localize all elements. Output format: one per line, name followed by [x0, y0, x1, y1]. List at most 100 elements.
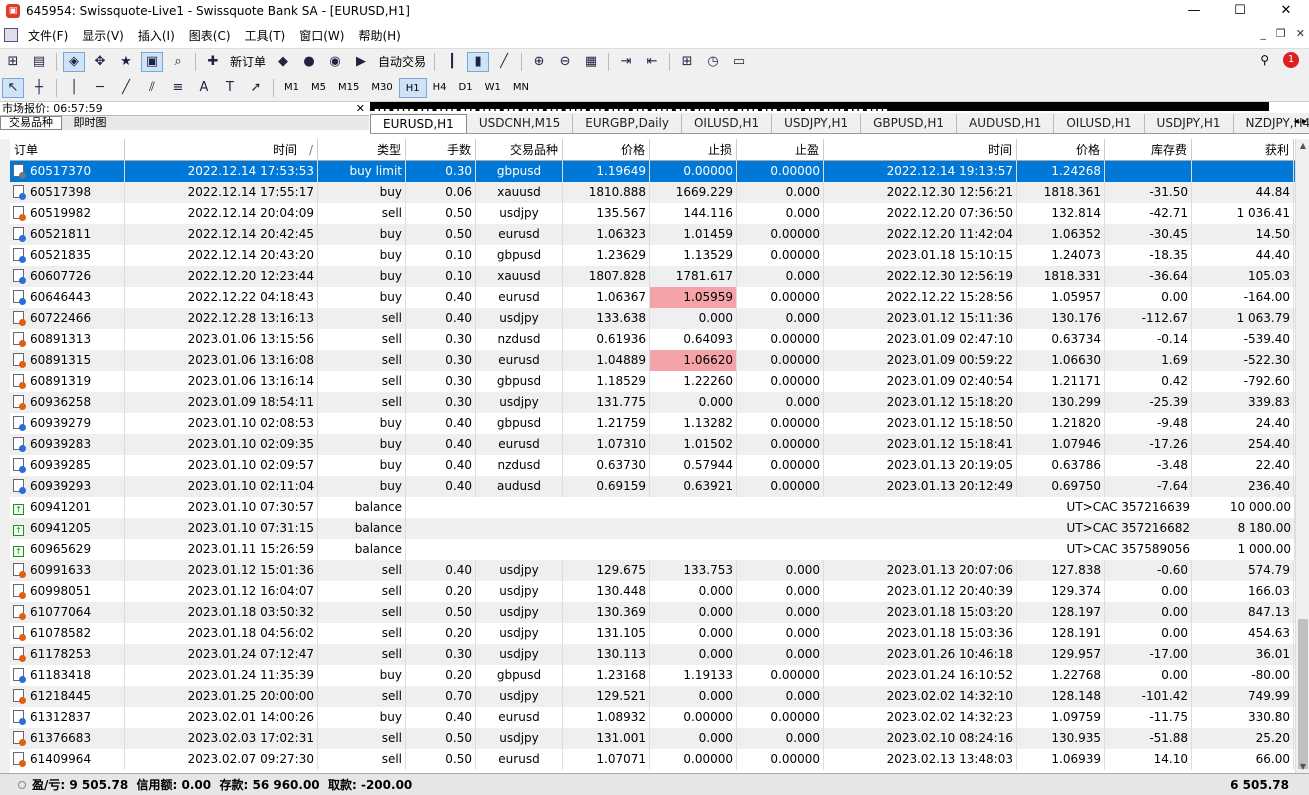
table-row[interactable]: 60998051 2023.01.12 16:04:07 sell 0.20 usdjp…: [10, 581, 1295, 602]
vertical-scrollbar[interactable]: ▲ ▼: [1295, 139, 1309, 773]
table-row[interactable]: 61409964 2023.02.07 09:27:30 sell 0.50 eurus…: [10, 749, 1295, 770]
table-row[interactable]: 60939283 2023.01.10 02:09:35 buy 0.40 eurusd…: [10, 434, 1295, 455]
auto-trading-icon[interactable]: ▶: [350, 52, 372, 72]
mdi-minimize-icon[interactable]: _: [1260, 27, 1266, 40]
chart-tab[interactable]: USDJPY,H1: [1145, 114, 1234, 133]
table-row[interactable]: 60891313 2023.01.06 13:15:56 sell 0.30 nzdus…: [10, 329, 1295, 350]
candlestick-icon[interactable]: ▮: [467, 51, 490, 72]
periods-icon[interactable]: ◷: [702, 52, 724, 72]
scroll-up-icon[interactable]: ▲: [1296, 141, 1309, 150]
mdi-restore-icon[interactable]: ❐: [1276, 27, 1286, 40]
timeframe-d1-button[interactable]: D1: [453, 78, 479, 98]
tab-tick-chart[interactable]: 即时图: [65, 117, 115, 129]
line-chart-icon[interactable]: ╱: [493, 52, 515, 72]
column-header[interactable]: 获利: [1192, 139, 1294, 161]
chart-tab[interactable]: OILUSD,H1: [682, 114, 773, 133]
table-row[interactable]: 61312837 2023.02.01 14:00:26 buy 0.40 eurusd…: [10, 707, 1295, 728]
table-row[interactable]: 60891319 2023.01.06 13:16:14 sell 0.30 gbpus…: [10, 371, 1295, 392]
table-row[interactable]: 61218445 2023.01.25 20:00:00 sell 0.70 usdjp…: [10, 686, 1295, 707]
table-row[interactable]: 60939279 2023.01.10 02:08:53 buy 0.40 gbpusd…: [10, 413, 1295, 434]
chart-tabs-nav-icon[interactable]: ◂ ▸: [1294, 116, 1307, 127]
document-menu-icon[interactable]: [4, 28, 18, 42]
crosshair-icon[interactable]: ┼: [28, 78, 50, 98]
community-icon[interactable]: ●: [298, 52, 320, 72]
metaeditor-icon[interactable]: ◆: [272, 52, 294, 72]
zoom-out-icon[interactable]: ⊖: [554, 52, 576, 72]
chart-tab[interactable]: EURGBP,Daily: [573, 114, 682, 133]
navigator-icon[interactable]: ★: [115, 52, 137, 72]
menu-item[interactable]: 图表(C): [185, 27, 241, 44]
chart-tab[interactable]: AUDUSD,H1: [957, 114, 1055, 133]
timeframe-m15-button[interactable]: M15: [332, 78, 365, 98]
menu-item[interactable]: 显示(V): [78, 27, 134, 44]
timeframe-m1-button[interactable]: M1: [278, 78, 305, 98]
timeframe-h1-button[interactable]: H1: [398, 77, 427, 98]
table-row[interactable]: 61077064 2023.01.18 03:50:32 sell 0.50 usdjp…: [10, 602, 1295, 623]
column-header[interactable]: 止盈: [737, 139, 824, 161]
table-row[interactable]: 60939293 2023.01.10 02:11:04 buy 0.40 audusd…: [10, 476, 1295, 497]
terminal-icon[interactable]: ▣: [141, 51, 163, 72]
minimize-icon[interactable]: —: [1171, 0, 1217, 22]
chart-tab[interactable]: USDJPY,H1: [772, 114, 862, 133]
table-row[interactable]: 61183418 2023.01.24 11:35:39 buy 0.20 gbpusd…: [10, 665, 1295, 686]
text-label-icon[interactable]: T: [219, 78, 241, 98]
market-watch-icon[interactable]: ◈: [63, 51, 85, 72]
scrollbar-thumb[interactable]: [1298, 619, 1308, 769]
table-row[interactable]: 60991633 2023.01.12 15:01:36 sell 0.40 usdjp…: [10, 560, 1295, 581]
menu-item[interactable]: 窗口(W): [295, 27, 354, 44]
menu-item[interactable]: 工具(T): [241, 27, 296, 44]
column-header[interactable]: 时间 /: [125, 139, 318, 161]
indicators-icon[interactable]: ⊞: [676, 52, 698, 72]
table-row[interactable]: 60517370 2022.12.14 17:53:53 buy limit 0.30…: [10, 161, 1295, 182]
tab-symbols[interactable]: 交易品种: [0, 116, 62, 130]
chart-tab[interactable]: GBPUSD,H1: [861, 114, 957, 133]
menu-item[interactable]: 插入(I): [134, 27, 185, 44]
chart-tab[interactable]: USDCNH,M15: [467, 114, 574, 133]
table-row[interactable]: 60519982 2022.12.14 20:04:09 sell 0.50 usdjp…: [10, 203, 1295, 224]
close-icon[interactable]: ✕: [1263, 0, 1309, 22]
table-row[interactable]: 60521835 2022.12.14 20:43:20 buy 0.10 gbpusd…: [10, 245, 1295, 266]
table-row[interactable]: ↑ 60965629 2023.01.11 15:26:59 balance UT>CA…: [10, 539, 1295, 560]
column-header[interactable]: 手数: [406, 139, 476, 161]
table-row[interactable]: 60891315 2023.01.06 13:16:08 sell 0.30 eurus…: [10, 350, 1295, 371]
column-header[interactable]: 时间: [824, 139, 1017, 161]
search-icon[interactable]: ⚲: [1260, 53, 1269, 67]
table-row[interactable]: ↑ 60941205 2023.01.10 07:31:15 balance UT>CA…: [10, 518, 1295, 539]
chart-tab[interactable]: OILUSD,H1: [1054, 114, 1145, 133]
auto-scroll-icon[interactable]: ⇤: [641, 52, 663, 72]
table-row[interactable]: 60517398 2022.12.14 17:55:17 buy 0.06 xauusd…: [10, 182, 1295, 203]
auto-trading-button[interactable]: 自动交易: [378, 53, 426, 70]
arrows-icon[interactable]: ➚: [245, 78, 267, 98]
fibonacci-icon[interactable]: ≡: [167, 78, 189, 98]
market-watch-close-icon[interactable]: ✕: [356, 102, 365, 116]
table-row[interactable]: 60936258 2023.01.09 18:54:11 sell 0.30 usdjp…: [10, 392, 1295, 413]
table-row[interactable]: 60939285 2023.01.10 02:09:57 buy 0.40 nzdusd…: [10, 455, 1295, 476]
chart-tab[interactable]: EURUSD,H1: [370, 114, 467, 133]
chart-shift-icon[interactable]: ⇥: [615, 52, 637, 72]
table-row[interactable]: 61078582 2023.01.18 04:56:02 sell 0.20 usdjp…: [10, 623, 1295, 644]
timeframe-m30-button[interactable]: M30: [365, 78, 398, 98]
timeframe-h4-button[interactable]: H4: [427, 78, 453, 98]
column-header[interactable]: 价格: [1017, 139, 1105, 161]
templates-icon[interactable]: ▭: [728, 52, 750, 72]
table-row[interactable]: 60646443 2022.12.22 04:18:43 buy 0.40 eurusd…: [10, 287, 1295, 308]
signals-icon[interactable]: ◉: [324, 52, 346, 72]
table-row[interactable]: 60607726 2022.12.20 12:23:44 buy 0.10 xauusd…: [10, 266, 1295, 287]
table-row[interactable]: 61376683 2023.02.03 17:02:31 sell 0.50 usdjp…: [10, 728, 1295, 749]
bar-chart-icon[interactable]: ┃: [441, 52, 463, 72]
column-header[interactable]: 类型: [318, 139, 406, 161]
column-header[interactable]: 价格: [563, 139, 650, 161]
column-header[interactable]: 库存费: [1105, 139, 1192, 161]
new-order-icon[interactable]: ✚: [202, 52, 224, 72]
new-order-button[interactable]: 新订单: [230, 53, 266, 70]
channel-icon[interactable]: ⫽: [141, 78, 163, 98]
mdi-close-icon[interactable]: ✕: [1296, 27, 1305, 40]
table-row[interactable]: 60521811 2022.12.14 20:42:45 buy 0.50 eurusd…: [10, 224, 1295, 245]
trendline-icon[interactable]: ╱: [115, 78, 137, 98]
column-header[interactable]: 交易品种: [476, 139, 563, 161]
cursor-icon[interactable]: ↖: [2, 77, 24, 98]
table-row[interactable]: ↑ 60941201 2023.01.10 07:30:57 balance UT>CA…: [10, 497, 1295, 518]
timeframe-m5-button[interactable]: M5: [305, 78, 332, 98]
text-icon[interactable]: A: [193, 78, 215, 98]
tile-windows-icon[interactable]: ▦: [580, 52, 602, 72]
